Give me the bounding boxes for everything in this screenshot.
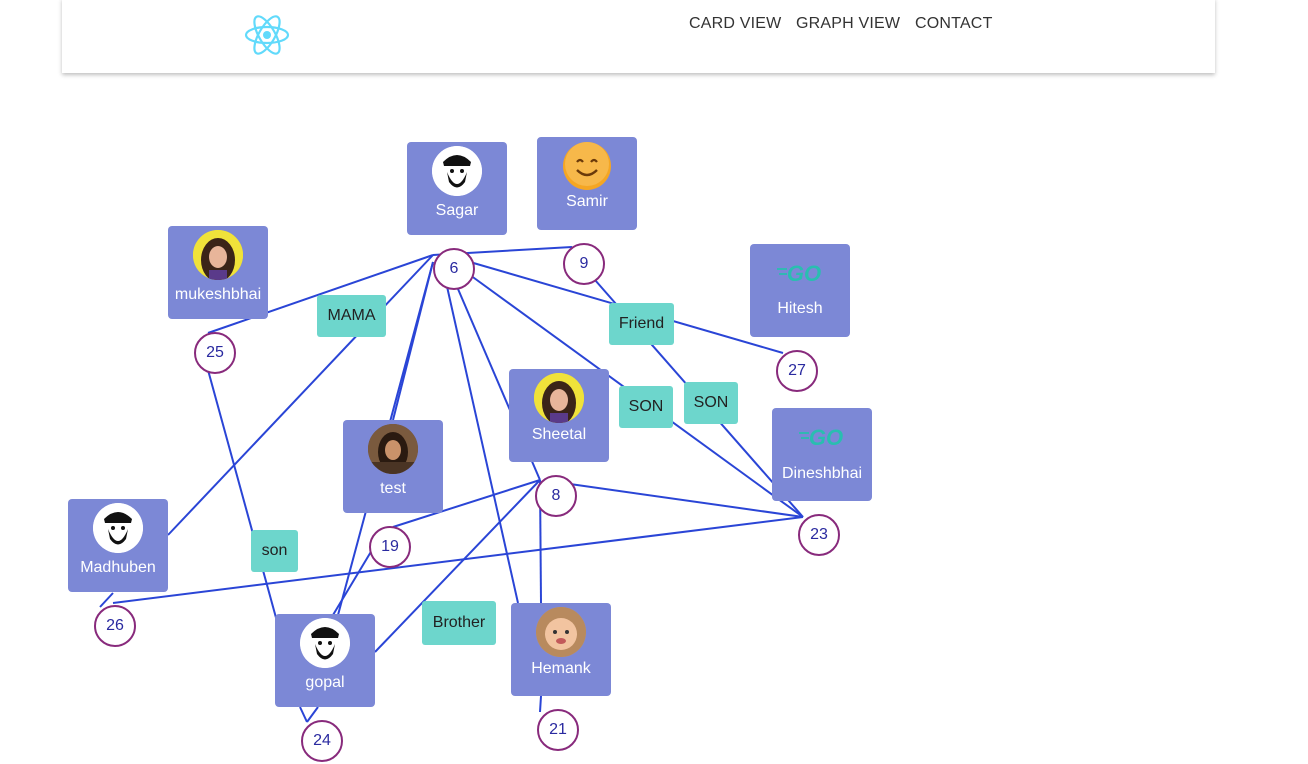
relation-label-friend[interactable]: Friend xyxy=(609,303,674,345)
connector-circle-9[interactable]: 9 xyxy=(563,243,605,285)
connector-circle-6[interactable]: 6 xyxy=(433,248,475,290)
person-node-madhuben[interactable]: Madhuben xyxy=(68,499,168,592)
relation-label-brother[interactable]: Brother xyxy=(422,601,496,645)
person-node-sagar[interactable]: Sagar xyxy=(407,142,507,235)
connector-circle-19[interactable]: 19 xyxy=(369,526,411,568)
bearded-man-avatar xyxy=(300,618,350,668)
person-node-dineshbhai[interactable]: GO Dineshbhai xyxy=(772,408,872,501)
connector-circle-27[interactable]: 27 xyxy=(776,350,818,392)
relationship-graph xyxy=(99,246,804,723)
person-name: Samir xyxy=(566,193,608,210)
person-name: Madhuben xyxy=(80,559,156,576)
connector-circle-24[interactable]: 24 xyxy=(301,720,343,762)
connector-circle-26[interactable]: 26 xyxy=(94,605,136,647)
person-name: Dineshbhai xyxy=(781,465,863,482)
connector-circle-23[interactable]: 23 xyxy=(798,514,840,556)
edge xyxy=(112,516,804,604)
relation-label-son[interactable]: SON xyxy=(684,382,738,424)
person-name: gopal xyxy=(305,674,345,691)
person-node-hitesh[interactable]: GO Hitesh xyxy=(750,244,850,337)
relation-label-son[interactable]: son xyxy=(251,530,298,572)
person-node-mukeshbhai[interactable]: mukeshbhai xyxy=(168,226,268,319)
person-name: Sagar xyxy=(435,202,479,219)
svg-text:GO: GO xyxy=(787,261,821,286)
relation-label-mama[interactable]: MAMA xyxy=(317,295,386,337)
person-node-test[interactable]: test xyxy=(343,420,443,513)
baby-photo-avatar xyxy=(536,607,586,657)
person-node-sheetal[interactable]: Sheetal xyxy=(509,369,609,462)
bearded-man-avatar xyxy=(93,503,143,553)
person-node-hemank[interactable]: Hemank xyxy=(511,603,611,696)
person-name: test xyxy=(380,480,406,497)
connector-circle-25[interactable]: 25 xyxy=(194,332,236,374)
person-node-gopal[interactable]: gopal xyxy=(275,614,375,707)
connector-circle-8[interactable]: 8 xyxy=(535,475,577,517)
bearded-man-avatar xyxy=(432,146,482,196)
person-name: Sheetal xyxy=(531,426,587,443)
edge xyxy=(569,483,804,518)
svg-text:GO: GO xyxy=(809,425,843,450)
woman-photo-avatar xyxy=(368,424,418,474)
girl-photo-avatar xyxy=(193,230,243,280)
edge xyxy=(299,706,308,723)
person-node-samir[interactable]: Samir xyxy=(537,137,637,230)
relation-label-son[interactable]: SON xyxy=(619,386,673,428)
person-name: mukeshbhai xyxy=(174,286,262,303)
person-name: Hitesh xyxy=(777,300,823,317)
connector-circle-21[interactable]: 21 xyxy=(537,709,579,751)
person-name: Hemank xyxy=(531,660,591,677)
go-gopher-icon: GO xyxy=(797,412,847,462)
edge xyxy=(539,695,542,713)
go-gopher-icon: GO xyxy=(775,248,825,298)
girl-photo-avatar xyxy=(534,373,584,423)
smiley-emoji-avatar xyxy=(562,141,612,191)
